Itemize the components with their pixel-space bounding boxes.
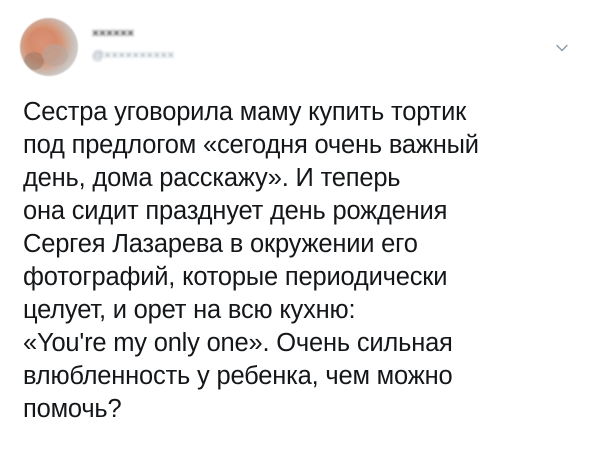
tweet-text-line: помочь?	[23, 395, 122, 423]
avatar-shape	[42, 44, 68, 66]
tweet-text: Сестра уговорила маму купить тортик под …	[23, 96, 583, 426]
tweet-text-line: день, дома расскажу». И теперь	[23, 164, 401, 192]
tweet-text-line: фотографий, которые периодически	[23, 263, 448, 291]
avatar[interactable]	[20, 18, 78, 76]
author-display-name[interactable]: ××××××	[92, 26, 134, 40]
tweet-text-line: Сестра уговорила маму купить тортик	[23, 98, 467, 126]
author-handle[interactable]: @××××××××××	[92, 48, 174, 62]
tweet-header: ×××××× @××××××××××	[20, 18, 580, 78]
tweet-text-line: Сергея Лазарева в окружении его	[23, 230, 418, 258]
chevron-down-icon[interactable]	[554, 40, 570, 56]
tweet-text-line: она сидит празднует день рождения	[23, 197, 448, 225]
tweet-text-line: целует, и орет на всю кухню:	[23, 296, 356, 324]
tweet-text-line: влюбленность у ребенка, чем можно	[23, 362, 453, 390]
tweet-text-line: под предлогом «сегодня очень важный	[23, 131, 479, 159]
tweet-text-line: «You're my only one». Очень сильная	[23, 329, 453, 357]
avatar-shape	[24, 52, 44, 70]
tweet-card: ×××××× @×××××××××× Сестра уговорила маму…	[0, 0, 600, 449]
